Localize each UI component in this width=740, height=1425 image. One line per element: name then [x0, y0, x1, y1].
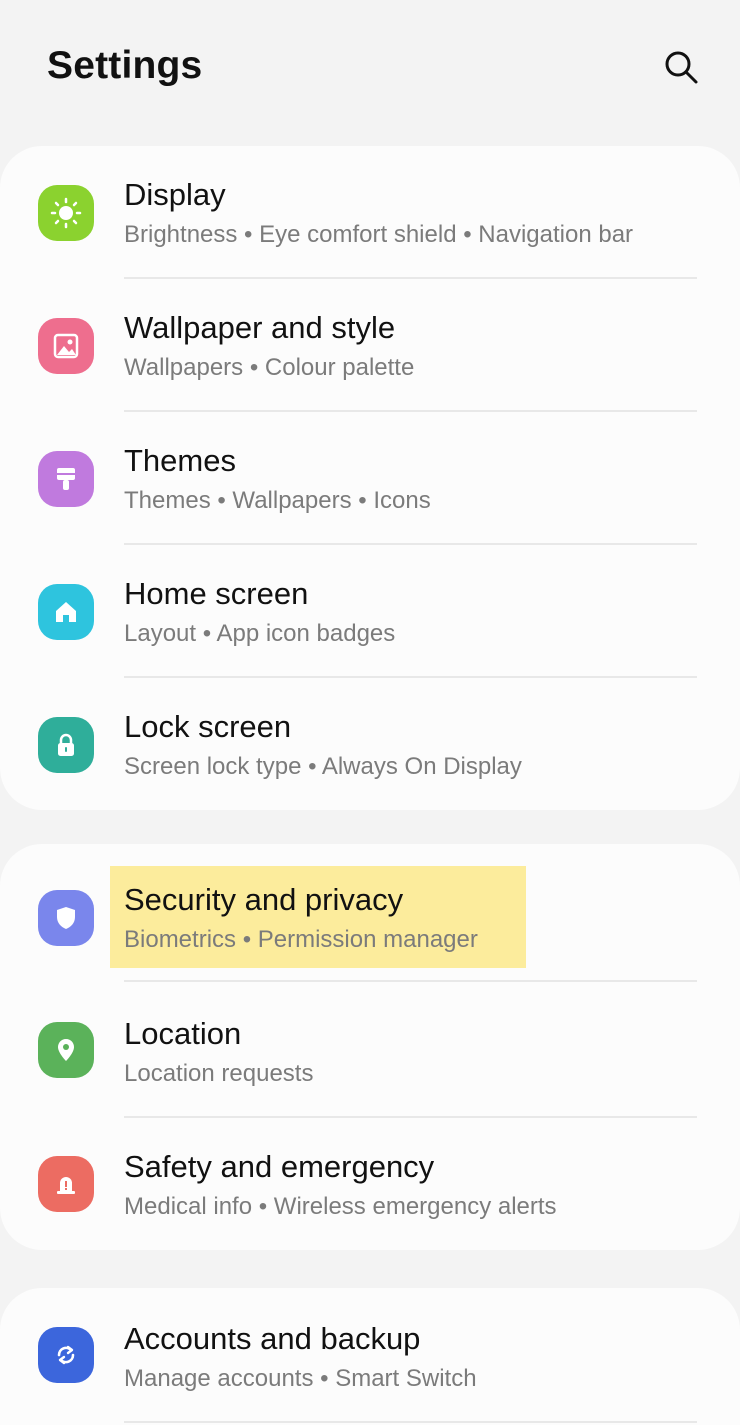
settings-item-title: Themes	[124, 443, 236, 478]
themes-icon-badge	[38, 451, 94, 507]
settings-item-safety-emergency[interactable]: Safety and emergency Medical info • Wire…	[0, 1117, 740, 1250]
home-screen-icon-badge	[38, 584, 94, 640]
home-icon	[56, 602, 76, 622]
settings-item-lock-screen[interactable]: Lock screen Screen lock type • Always On…	[0, 678, 740, 810]
settings-item-location[interactable]: Location Location requests	[0, 984, 740, 1118]
sun-icon	[50, 197, 82, 229]
settings-item-title: Security and privacy	[124, 882, 404, 917]
settings-group-security: Security and privacy Biometrics • Permis…	[0, 844, 740, 1250]
wallpaper-icon-badge	[38, 318, 94, 374]
settings-item-subtitle: Wallpapers • Colour palette	[124, 354, 415, 381]
accounts-icon-badge	[38, 1327, 94, 1383]
security-icon-badge	[38, 890, 94, 946]
settings-item-themes[interactable]: Themes Themes • Wallpapers • Icons	[0, 412, 740, 545]
alert-icon	[57, 1177, 75, 1194]
paintbrush-icon	[57, 468, 75, 490]
settings-item-subtitle: Biometrics • Permission manager	[124, 926, 478, 953]
shield-icon	[57, 907, 75, 929]
settings-item-display[interactable]: Display Brightness • Eye comfort shield …	[0, 146, 740, 279]
app-header: Settings	[0, 0, 740, 140]
settings-item-subtitle: Layout • App icon badges	[124, 620, 396, 647]
search-icon	[665, 51, 698, 84]
settings-item-title: Location	[124, 1016, 242, 1051]
settings-item-subtitle: Themes • Wallpapers • Icons	[124, 487, 431, 514]
settings-item-title: Wallpaper and style	[124, 310, 396, 345]
lock-screen-icon-badge	[38, 717, 94, 773]
settings-item-accounts-backup[interactable]: Accounts and backup Manage accounts • Sm…	[0, 1288, 740, 1423]
settings-item-subtitle: Location requests	[124, 1060, 314, 1087]
page-title: Settings	[47, 44, 203, 87]
settings-item-title: Lock screen	[124, 709, 292, 744]
settings-item-title: Home screen	[124, 576, 309, 611]
settings-item-security-privacy[interactable]: Security and privacy Biometrics • Permis…	[0, 844, 740, 984]
sync-icon	[57, 1345, 75, 1365]
settings-item-title: Accounts and backup	[124, 1321, 421, 1356]
settings-item-home-screen[interactable]: Home screen Layout • App icon badges	[0, 545, 740, 678]
safety-icon-badge	[38, 1156, 94, 1212]
display-icon-badge	[38, 185, 94, 241]
settings-group-display: Display Brightness • Eye comfort shield …	[0, 146, 740, 810]
settings-item-title: Display	[124, 177, 226, 212]
lock-icon	[58, 733, 74, 756]
settings-item-subtitle: Manage accounts • Smart Switch	[124, 1365, 477, 1392]
search-button[interactable]	[656, 42, 706, 92]
location-icon-badge	[38, 1022, 94, 1078]
settings-item-wallpaper[interactable]: Wallpaper and style Wallpapers • Colour …	[0, 279, 740, 412]
divider	[124, 980, 697, 982]
settings-group-accounts: Accounts and backup Manage accounts • Sm…	[0, 1288, 740, 1425]
settings-item-subtitle: Brightness • Eye comfort shield • Naviga…	[124, 221, 634, 248]
settings-item-subtitle: Screen lock type • Always On Display	[124, 753, 522, 780]
image-icon	[53, 333, 79, 359]
settings-item-subtitle: Medical info • Wireless emergency alerts	[124, 1193, 557, 1220]
settings-item-title: Safety and emergency	[124, 1149, 435, 1184]
location-pin-icon	[58, 1039, 74, 1061]
divider	[124, 1421, 697, 1423]
